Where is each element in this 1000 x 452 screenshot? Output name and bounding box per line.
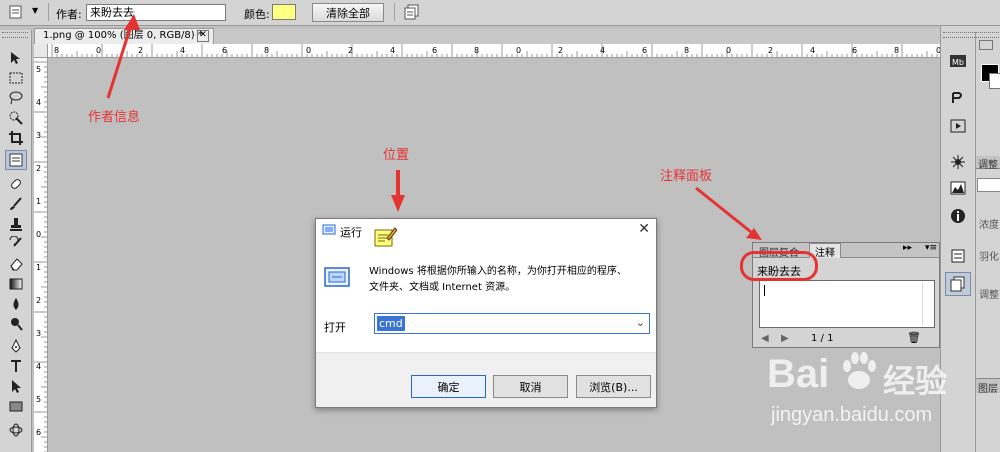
watermark-url: jingyan.baidu.com bbox=[771, 404, 933, 426]
arrow-notes-panel bbox=[695, 186, 762, 240]
watermark-brand-suffix: 经验 bbox=[883, 362, 948, 400]
watermark-brand: Bai bbox=[767, 352, 830, 396]
paw-icon bbox=[843, 352, 876, 389]
arrow-position bbox=[391, 170, 405, 212]
annotation-author-info: 作者信息 bbox=[88, 110, 141, 125]
baidu-jingyan-watermark: Bai 经验 jingyan.baidu.com bbox=[755, 342, 1000, 452]
annotation-notes-panel: 注释面板 bbox=[660, 169, 713, 184]
arrow-author-info bbox=[106, 14, 140, 99]
annotation-position: 位置 bbox=[383, 148, 410, 163]
